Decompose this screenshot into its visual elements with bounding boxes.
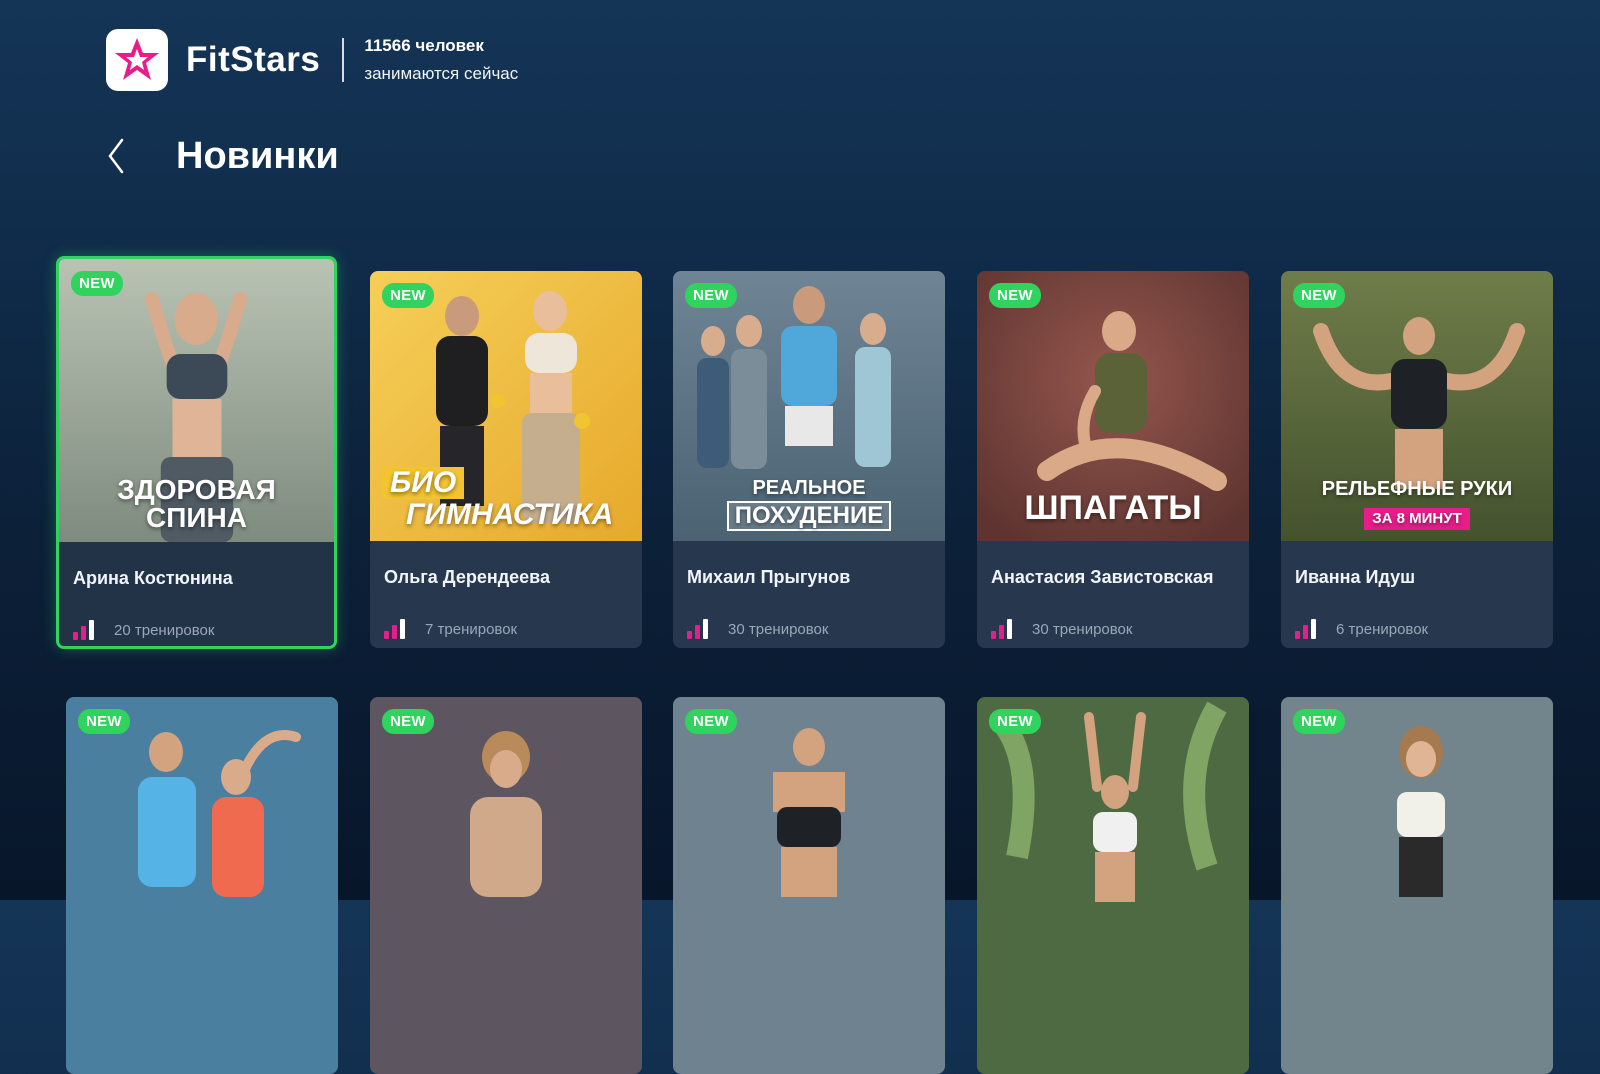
fitstars-logo [106, 29, 168, 91]
program-card-10[interactable]: NEW [1281, 697, 1553, 1074]
new-badge: NEW [71, 271, 123, 296]
new-badge: NEW [685, 283, 737, 308]
program-card-6[interactable]: NEW [66, 697, 338, 1074]
level-bars-icon [687, 619, 708, 639]
program-info: Михаил Прыгунов 30 тренировок [673, 541, 945, 648]
app-header: FitStars 11566 человек занимаются сейчас [106, 28, 518, 92]
workout-count: 20 тренировок [114, 621, 215, 639]
level-bars-icon [991, 619, 1012, 639]
new-badge: NEW [382, 283, 434, 308]
cover-title: БИО ГИМНАСТИКА [370, 467, 642, 531]
program-cover: NEW [673, 697, 945, 1074]
chevron-left-icon [108, 138, 124, 174]
program-card-2[interactable]: NEW БИО ГИМНАСТИКА Ольга Дерендеева 7 тр… [370, 271, 642, 648]
cover-title: ШПАГАТЫ [1024, 489, 1202, 527]
new-badge: NEW [78, 709, 130, 734]
program-info: Иванна Идуш 6 тренировок [1281, 541, 1553, 648]
cover-title: РЕАЛЬНОЕ ПОХУДЕНИЕ [673, 475, 945, 531]
level-bars-icon [1295, 619, 1316, 639]
program-cover: NEW РЕЛЬЕФНЫЕ РУКИ ЗА 8 МИНУТ [1281, 271, 1553, 541]
cover-photo [370, 697, 642, 1074]
workout-count: 30 тренировок [1032, 620, 1133, 638]
program-author: Арина Костюнина [73, 568, 233, 588]
workout-count: 6 тренировок [1336, 620, 1429, 638]
star-logo-icon [115, 38, 159, 80]
new-badge: NEW [989, 709, 1041, 734]
cover-photo [66, 697, 338, 1074]
online-label: занимаются сейчас [364, 64, 519, 83]
page-title: Новинки [176, 134, 339, 177]
program-cover: NEW [1281, 697, 1553, 1074]
program-info: Ольга Дерендеева 7 тренировок [370, 541, 642, 648]
workout-count: 7 тренировок [425, 620, 518, 638]
header-divider [342, 38, 345, 82]
cover-photo [673, 697, 945, 1074]
program-cover: NEW ЗДОРОВАЯ СПИНА [59, 259, 334, 542]
program-author: Иванна Идуш [1295, 567, 1416, 587]
program-meta: 6 тренировок [1295, 619, 1428, 639]
program-cover: NEW БИО ГИМНАСТИКА [370, 271, 642, 541]
brand-name: FitStars [186, 40, 321, 79]
program-author: Ольга Дерендеева [384, 567, 550, 587]
program-card-9[interactable]: NEW [977, 697, 1249, 1074]
program-card-7[interactable]: NEW [370, 697, 642, 1074]
program-info: Анастасия Завистовская 30 тренировок [977, 541, 1249, 648]
new-badge: NEW [1293, 283, 1345, 308]
new-badge: NEW [1293, 709, 1345, 734]
program-card-8[interactable]: NEW [673, 697, 945, 1074]
program-card-3[interactable]: NEW РЕАЛЬНОЕ ПОХУДЕНИЕ Михаил Прыгунов 3… [673, 271, 945, 648]
program-cover: NEW РЕАЛЬНОЕ ПОХУДЕНИЕ [673, 271, 945, 541]
back-button[interactable] [96, 132, 136, 180]
program-info: Арина Костюнина 20 тренировок [59, 542, 334, 646]
program-cover: NEW [977, 697, 1249, 1074]
program-meta: 7 тренировок [384, 619, 517, 639]
program-author: Михаил Прыгунов [687, 567, 851, 587]
online-counter: 11566 человек занимаются сейчас [364, 32, 518, 88]
workout-count: 30 тренировок [728, 620, 829, 638]
cover-title: РЕЛЬЕФНЫЕ РУКИ ЗА 8 МИНУТ [1281, 475, 1553, 531]
program-meta: 30 тренировок [687, 619, 828, 639]
new-badge: NEW [382, 709, 434, 734]
cover-photo [1281, 697, 1553, 1074]
program-author: Анастасия Завистовская [991, 567, 1214, 587]
program-cover: NEW [370, 697, 642, 1074]
program-card-1[interactable]: NEW ЗДОРОВАЯ СПИНА Арина Костюнина 20 тр… [56, 256, 337, 649]
level-bars-icon [384, 619, 405, 639]
online-count: 11566 человек [364, 36, 484, 55]
program-meta: 20 тренировок [73, 620, 214, 640]
cover-title: ЗДОРОВАЯ СПИНА [117, 474, 276, 533]
program-cover: NEW [66, 697, 338, 1074]
new-badge: NEW [685, 709, 737, 734]
program-meta: 30 тренировок [991, 619, 1132, 639]
program-card-5[interactable]: NEW РЕЛЬЕФНЫЕ РУКИ ЗА 8 МИНУТ Иванна Иду… [1281, 271, 1553, 648]
program-cover: NEW ШПАГАТЫ [977, 271, 1249, 541]
level-bars-icon [73, 620, 94, 640]
title-bar: Новинки [96, 128, 339, 184]
program-card-4[interactable]: NEW ШПАГАТЫ Анастасия Завистовская 30 тр… [977, 271, 1249, 648]
cover-photo [977, 697, 1249, 1074]
new-badge: NEW [989, 283, 1041, 308]
